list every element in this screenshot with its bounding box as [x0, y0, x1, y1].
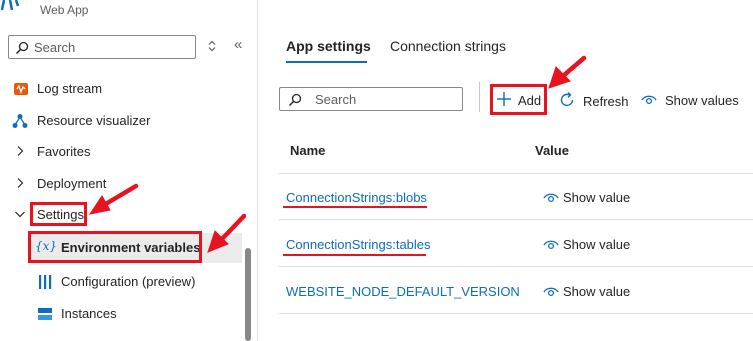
- annotation-arrows: [88, 55, 587, 253]
